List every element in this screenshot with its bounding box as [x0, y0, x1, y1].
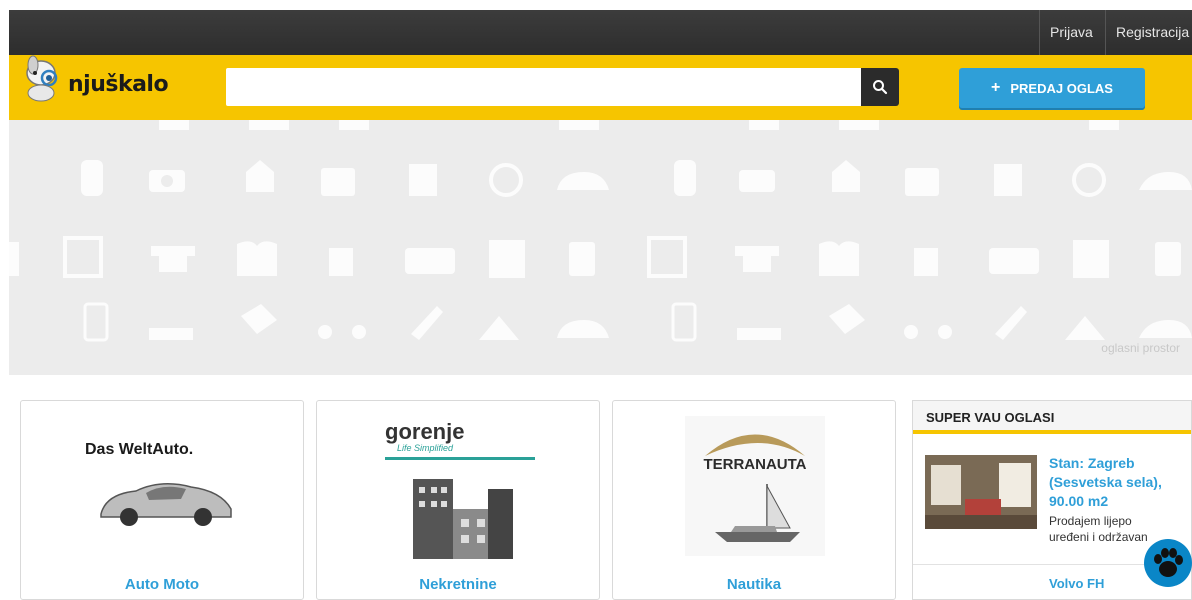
apartment-thumbnail[interactable]	[925, 455, 1037, 529]
submit-ad-label: PREDAJ OGLAS	[1010, 80, 1113, 96]
register-link[interactable]: Registracija	[1105, 10, 1192, 55]
logo[interactable]: njuškalo	[21, 55, 191, 120]
car-icon	[100, 483, 232, 526]
terranauta-logo: TERRANAUTA	[685, 416, 825, 556]
plus-icon: +	[991, 79, 1001, 96]
category-card-auto-moto[interactable]: Das WeltAuto. Auto Moto	[20, 400, 304, 600]
ad-space-label: oglasni prostor	[1101, 341, 1180, 355]
submit-ad-button[interactable]: + PREDAJ OGLAS	[959, 68, 1145, 108]
paw-icon	[1154, 548, 1183, 577]
category-title[interactable]: Nautika	[613, 576, 895, 593]
logo-text: njuškalo	[68, 72, 169, 97]
dog-mascot-icon	[26, 55, 58, 102]
yacht-icon	[715, 484, 800, 542]
top-bar: Prijava Registracija	[9, 10, 1192, 55]
gorenje-logo: gorenje Life Simplified	[385, 419, 535, 460]
ad-banner-space[interactable]: oglasni prostor	[9, 120, 1192, 375]
promo-title[interactable]: Stan: Zagreb (Sesvetska sela), 90.00 m2	[1049, 454, 1179, 511]
weltauto-logo: Das WeltAuto.	[85, 441, 194, 458]
wave-icon	[705, 434, 805, 456]
category-title[interactable]: Auto Moto	[21, 576, 303, 593]
sidebar-heading: SUPER VAU OGLASI	[913, 401, 1191, 434]
category-card-nautika[interactable]: TERRANAUTA Nautika	[612, 400, 896, 600]
paw-chat-button[interactable]	[1144, 539, 1192, 587]
promo-title[interactable]: Volvo FH	[1049, 576, 1104, 591]
header-bar: njuškalo + PREDAJ OGLAS	[9, 55, 1192, 120]
category-card-nekretnine[interactable]: gorenje Life Simplified Nekretnine	[316, 400, 600, 600]
search-icon	[873, 80, 888, 95]
search-input[interactable]	[226, 68, 862, 106]
category-title[interactable]: Nekretnine	[317, 576, 599, 593]
search-button[interactable]	[861, 68, 899, 106]
buildings-icon	[413, 479, 513, 559]
category-pattern-icon	[9, 120, 1192, 342]
promo-description: Prodajem lijepo uređeni i održavan	[1049, 514, 1148, 544]
login-link[interactable]: Prijava	[1039, 10, 1103, 55]
